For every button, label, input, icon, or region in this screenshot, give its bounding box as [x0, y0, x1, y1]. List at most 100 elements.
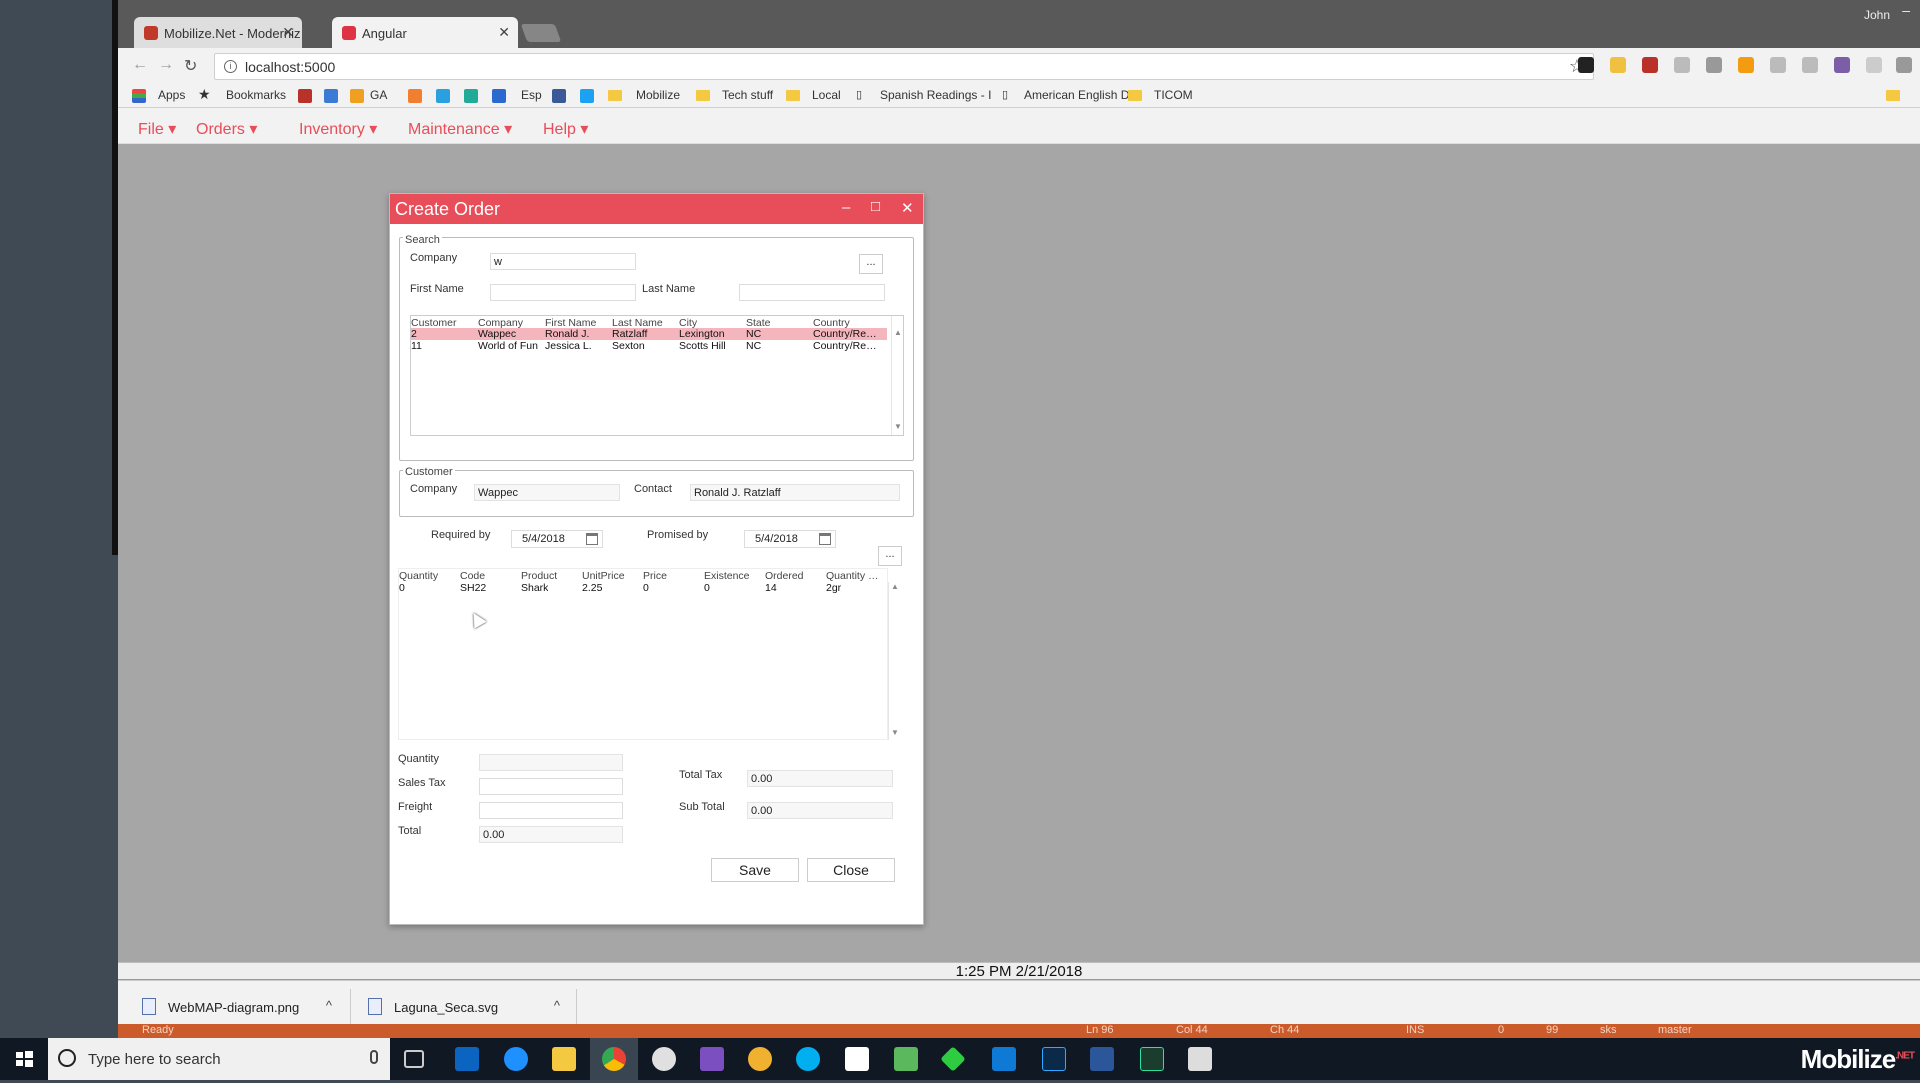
items-scrollbar[interactable]: ▲ ▼	[888, 582, 900, 740]
freight-input[interactable]	[479, 802, 623, 819]
column-header[interactable]: Ordered	[765, 570, 804, 582]
required-by-date-picker[interactable]: 5/4/2018	[511, 530, 603, 548]
app-icon[interactable]	[845, 1047, 869, 1071]
extension-icon[interactable]	[1578, 57, 1594, 73]
app-icon[interactable]	[652, 1047, 676, 1071]
column-header[interactable]: Product	[521, 570, 557, 582]
chrome-icon[interactable]	[602, 1047, 626, 1071]
profile-name[interactable]: John	[1864, 8, 1890, 22]
grid-scrollbar[interactable]: ▲ ▼	[891, 316, 903, 435]
column-header[interactable]: UnitPrice	[582, 570, 625, 582]
new-tab-button[interactable]	[520, 24, 562, 42]
tab-mobilize[interactable]: Mobilize.Net - Moderniz ✕	[134, 17, 302, 48]
scroll-down-icon[interactable]: ▼	[891, 728, 899, 737]
extension-icon[interactable]	[1738, 57, 1754, 73]
bookmark-bookmarks[interactable]: Bookmarks	[226, 88, 286, 102]
column-header[interactable]: Code	[460, 570, 485, 582]
menu-file[interactable]: File ▾	[138, 119, 176, 139]
status-branch[interactable]: master	[1658, 1024, 1692, 1036]
bookmark-mobilize[interactable]: Mobilize	[636, 88, 680, 102]
column-header[interactable]: Quantity …	[826, 570, 879, 582]
extension-icon[interactable]	[1802, 57, 1818, 73]
close-icon[interactable]: ✕	[901, 199, 914, 217]
windows-start-button[interactable]	[0, 1038, 48, 1080]
first-name-input[interactable]	[490, 284, 636, 301]
company-search-input[interactable]: w	[490, 253, 636, 270]
scroll-up-icon[interactable]: ▲	[894, 328, 902, 337]
menu-help[interactable]: Help ▾	[543, 119, 588, 139]
calendar-icon[interactable]	[819, 533, 831, 545]
menu-inventory[interactable]: Inventory ▾	[299, 119, 377, 139]
taskbar-search-box[interactable]: Type here to search	[48, 1038, 390, 1080]
extension-icon[interactable]	[1674, 57, 1690, 73]
download-item[interactable]: WebMAP-diagram.png ^	[142, 994, 332, 1022]
bookmark-tech-stuff[interactable]: Tech stuff	[722, 88, 773, 102]
promised-by-date-picker[interactable]: 5/4/2018	[744, 530, 836, 548]
outlook-icon[interactable]	[455, 1047, 479, 1071]
bookmark-favicon-icon[interactable]	[298, 89, 312, 103]
chevron-up-icon[interactable]: ^	[554, 998, 560, 1013]
tab-close-icon[interactable]: ✕	[282, 24, 294, 41]
info-icon[interactable]: i	[224, 60, 237, 73]
minimize-icon[interactable]: –	[842, 199, 850, 216]
status-edits[interactable]: 99	[1546, 1024, 1558, 1036]
chevron-up-icon[interactable]: ^	[326, 998, 332, 1013]
extension-icon[interactable]	[1610, 57, 1626, 73]
status-repo[interactable]: sks	[1600, 1024, 1617, 1036]
edge-icon[interactable]	[504, 1047, 528, 1071]
column-header[interactable]: Quantity	[399, 570, 438, 582]
items-browse-button[interactable]: ...	[878, 546, 902, 566]
bookmark-favicon-icon[interactable]	[436, 89, 450, 103]
file-explorer-icon[interactable]	[552, 1047, 576, 1071]
reload-icon[interactable]: ↻	[184, 56, 197, 76]
facebook-icon[interactable]	[552, 89, 566, 103]
sales-tax-input[interactable]	[479, 778, 623, 795]
status-push-count[interactable]: 0	[1498, 1024, 1504, 1036]
bookmark-esp[interactable]: Esp	[521, 88, 542, 102]
last-name-input[interactable]	[739, 284, 885, 301]
bookmark-favicon-icon[interactable]	[324, 89, 338, 103]
bookmark-local[interactable]: Local	[812, 88, 841, 102]
app-icon[interactable]	[1188, 1047, 1212, 1071]
customer-search-grid[interactable]: Customer Company First Name Last Name Ci…	[410, 315, 904, 436]
task-view-icon[interactable]	[404, 1050, 424, 1068]
scroll-down-icon[interactable]: ▼	[894, 422, 902, 431]
minimize-icon[interactable]: –	[1902, 2, 1910, 18]
back-icon[interactable]: ←	[132, 56, 148, 74]
bookmark-ticom[interactable]: TICOM	[1154, 88, 1193, 102]
calendar-icon[interactable]	[586, 533, 598, 545]
app-icon[interactable]	[748, 1047, 772, 1071]
extension-icon[interactable]	[1706, 57, 1722, 73]
microphone-icon[interactable]	[370, 1050, 378, 1064]
scroll-up-icon[interactable]: ▲	[891, 582, 899, 591]
bookmark-spanish-readings[interactable]: Spanish Readings - I	[880, 88, 991, 102]
word-icon[interactable]	[1090, 1047, 1114, 1071]
menu-orders[interactable]: Orders ▾	[196, 119, 257, 139]
app-icon[interactable]	[940, 1046, 966, 1072]
close-button[interactable]: Close	[807, 858, 895, 882]
tab-angular[interactable]: Angular ✕	[332, 17, 518, 48]
address-bar[interactable]: i localhost:5000 ☆	[214, 53, 1594, 80]
save-button[interactable]: Save	[711, 858, 799, 882]
tab-close-icon[interactable]: ✕	[498, 24, 510, 41]
bookmark-ga[interactable]: GA	[370, 88, 387, 102]
order-items-grid[interactable]: Quantity Code Product UnitPrice Price Ex…	[398, 568, 888, 740]
skype-icon[interactable]	[796, 1047, 820, 1071]
column-header[interactable]: Existence	[704, 570, 750, 582]
extension-icon[interactable]	[1866, 57, 1882, 73]
menu-maintenance[interactable]: Maintenance ▾	[408, 119, 512, 139]
column-header[interactable]: Price	[643, 570, 667, 582]
other-bookmarks-folder-icon[interactable]	[1886, 90, 1900, 101]
bookmark-american-english[interactable]: American English Di	[1024, 88, 1132, 102]
bookmark-apps[interactable]: Apps	[158, 88, 185, 102]
visual-studio-icon[interactable]	[700, 1047, 724, 1071]
maximize-icon[interactable]: □	[871, 198, 880, 215]
vscode-icon[interactable]	[992, 1047, 1016, 1071]
forward-icon[interactable]: →	[158, 56, 174, 74]
search-browse-button[interactable]: ...	[859, 254, 883, 274]
bookmark-favicon-icon[interactable]	[464, 89, 478, 103]
menu-icon[interactable]	[1896, 57, 1912, 73]
extension-icon[interactable]	[1834, 57, 1850, 73]
bookmark-favicon-icon[interactable]	[408, 89, 422, 103]
app-icon[interactable]	[894, 1047, 918, 1071]
